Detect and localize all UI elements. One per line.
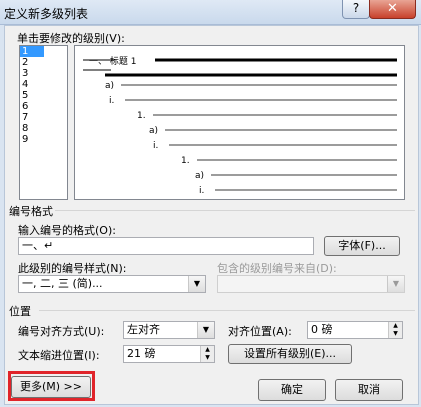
preview-marker: i. [153,141,158,151]
style-select[interactable]: 一, 二, 三 (简)... ▼ [18,275,206,293]
preview-graphic: 一、 标题 1 a)i.1.a)i.1.a)i. [83,55,397,196]
preview-marker: a) [105,81,114,91]
level-item[interactable]: 1 [20,46,44,57]
include-label: 包含的级别编号来自(D): [217,262,337,275]
cancel-button[interactable]: 取消 [335,379,403,401]
level-preview: 一、 标题 1 a) i. 1. a) i. 1. a) i. [74,45,405,200]
style-value: 一, 二, 三 (简)... [22,277,103,290]
spin-arrows-icon[interactable]: ▲ ▼ [200,346,214,362]
level-item[interactable]: 6 [20,101,67,112]
spin-arrows-icon[interactable]: ▲ ▼ [388,322,402,338]
align-at-input[interactable]: 0 磅 ▲ ▼ [307,321,403,339]
dialog-body: 单击要修改的级别(V): 123456789 一、 标题 1 a) i. 1. a) i… [4,25,419,405]
separator [39,310,415,311]
indent-label: 文本缩进位置(I): [18,349,100,362]
set-all-levels-button[interactable]: 设置所有级别(E)... [228,344,352,364]
level-item[interactable]: 2 [20,57,67,68]
chevron-down-icon: ▼ [387,276,404,292]
include-select: ▼ [217,275,405,293]
level-item[interactable]: 3 [20,68,67,79]
highlight-box [8,371,95,401]
indent-value: 21 磅 [127,347,156,360]
font-button[interactable]: 字体(F)... [324,236,400,256]
separator [55,210,415,211]
align-at-label: 对齐位置(A): [228,325,292,338]
preview-marker: 1. [181,156,190,166]
preview-marker: i. [199,186,204,196]
number-format-group: 编号格式 [9,205,53,218]
style-label: 此级别的编号样式(N): [18,262,127,275]
level-item[interactable]: 9 [20,134,67,145]
chevron-down-icon[interactable]: ▼ [188,276,205,292]
level-item[interactable]: 5 [20,90,67,101]
level-label: 单击要修改的级别(V): [17,32,125,45]
indent-input[interactable]: 21 磅 ▲ ▼ [123,345,215,363]
preview-heading: 一、 标题 1 [89,55,136,67]
preview-marker: a) [195,171,204,181]
position-group: 位置 [9,305,31,318]
align-label: 编号对齐方式(U): [18,325,105,338]
title-bar: 定义新多级列表 ? ✕ [0,0,421,25]
format-label: 输入编号的格式(O): [18,224,116,237]
preview-marker: i. [109,96,114,106]
level-item[interactable]: 7 [20,112,67,123]
align-select[interactable]: 左对齐 ▼ [123,321,215,339]
level-list[interactable]: 123456789 [19,45,68,200]
format-input[interactable]: 一、↵ [18,237,314,255]
dialog-title: 定义新多级列表 [4,7,89,21]
chevron-down-icon[interactable]: ▼ [197,322,214,338]
level-item[interactable]: 8 [20,123,67,134]
align-value: 左对齐 [127,323,160,336]
close-button[interactable]: ✕ [369,0,416,19]
level-item[interactable]: 4 [20,79,67,90]
preview-marker: a) [149,126,158,136]
help-button[interactable]: ? [342,0,370,19]
preview-marker: 1. [137,111,146,121]
ok-button[interactable]: 确定 [258,379,326,401]
align-at-value: 0 磅 [311,323,333,336]
